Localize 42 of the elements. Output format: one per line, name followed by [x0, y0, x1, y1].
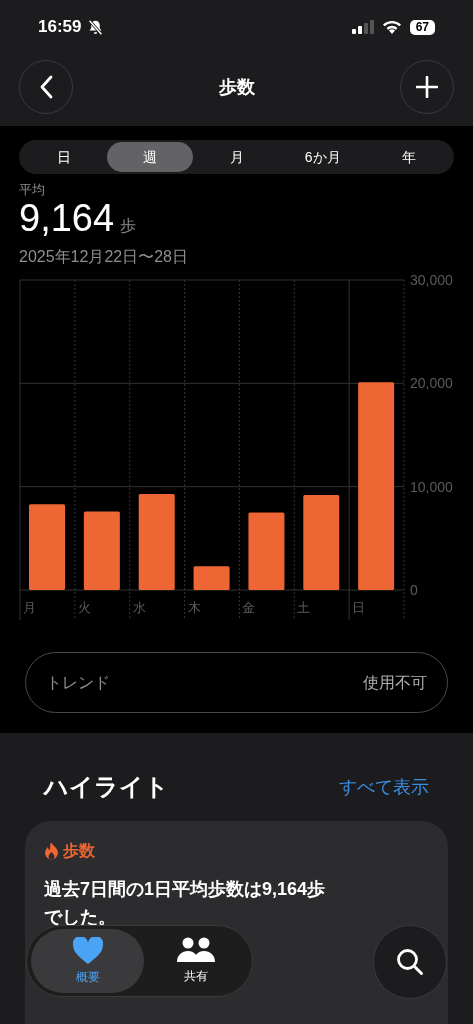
- heart-icon: [72, 936, 103, 964]
- average-unit: 歩: [120, 216, 137, 236]
- status-time: 16:59: [38, 16, 82, 39]
- add-button[interactable]: [400, 60, 454, 114]
- average-value: 9,164: [19, 198, 115, 238]
- period-tab[interactable]: 月: [193, 142, 280, 172]
- screen-title: 歩数: [218, 75, 255, 99]
- wifi-icon: [381, 20, 402, 34]
- back-button[interactable]: [19, 60, 73, 114]
- day-label: 月: [23, 600, 36, 615]
- period-tab[interactable]: 週: [107, 142, 194, 172]
- axis-label: 30,000: [410, 274, 453, 288]
- day-label: 土: [297, 600, 311, 615]
- search-icon: [395, 947, 425, 977]
- people-icon: [177, 937, 216, 963]
- bell-muted-icon: [87, 18, 105, 36]
- signal-icon: [351, 20, 374, 34]
- period-tab[interactable]: 日: [21, 142, 108, 172]
- period-tab[interactable]: 年: [365, 142, 452, 172]
- highlight-category: 歩数: [63, 841, 95, 861]
- section-title: ハイライト: [44, 772, 169, 802]
- day-label: 水: [132, 600, 146, 615]
- day-label: 日: [352, 600, 366, 615]
- date-range: 2025年12月22日〜28日: [19, 247, 189, 267]
- battery-level: 67: [409, 19, 435, 35]
- day-label: 金: [242, 600, 256, 615]
- back-icon: [39, 75, 53, 99]
- tab-item[interactable]: 共有: [144, 929, 248, 993]
- axis-label: 20,000: [410, 375, 453, 392]
- day-label: 木: [187, 600, 201, 615]
- flame-icon: [44, 842, 59, 860]
- trend-label: トレンド: [46, 672, 110, 693]
- see-all-link[interactable]: すべて表示: [339, 773, 429, 801]
- average-label: 平均: [19, 182, 46, 198]
- axis-label: 0: [410, 582, 418, 598]
- day-label: 火: [77, 600, 91, 615]
- period-tab[interactable]: 6か月: [279, 142, 366, 172]
- trend-value: 使用不可: [363, 672, 427, 693]
- axis-label: 10,000: [410, 478, 453, 495]
- bar: [193, 566, 230, 590]
- tab-item[interactable]: 概要: [31, 929, 145, 993]
- plus-icon: [416, 76, 438, 98]
